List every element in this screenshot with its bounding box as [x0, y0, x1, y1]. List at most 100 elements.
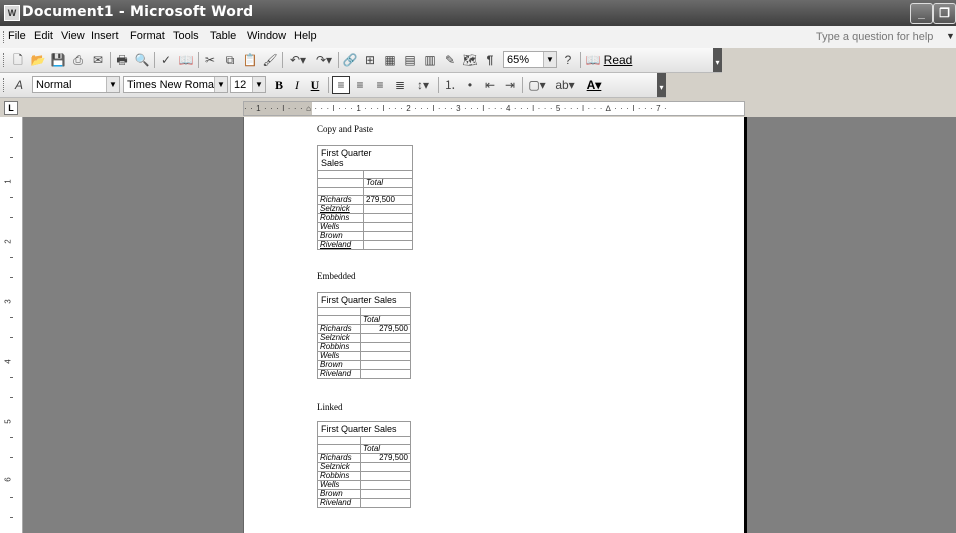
toolbar-separator: [438, 77, 439, 93]
chevron-down-icon[interactable]: ▼: [214, 77, 227, 92]
toolbar-separator: [522, 77, 523, 93]
toolbar-grip[interactable]: [3, 31, 6, 43]
bullets-icon[interactable]: •: [462, 77, 478, 93]
section-heading-embedded: Embedded: [317, 271, 356, 281]
menu-table[interactable]: Table: [210, 30, 236, 42]
insert-excel-icon[interactable]: ▤: [402, 52, 418, 68]
ruler-tick: [10, 517, 13, 518]
row-name: Riveland: [317, 498, 361, 508]
justify-icon[interactable]: ≣: [392, 77, 408, 93]
zoom-select[interactable]: 65% ▼: [503, 51, 557, 68]
tables-borders-icon[interactable]: ⊞: [362, 52, 378, 68]
hyperlink-icon[interactable]: 🔗: [342, 52, 358, 68]
chevron-down-icon[interactable]: ▼: [252, 77, 265, 92]
format-painter-icon[interactable]: 🖌: [262, 52, 278, 68]
row-value: [360, 360, 411, 370]
sales-table-linked[interactable]: First Quarter Sales Total Richards 279,50…: [317, 421, 411, 508]
toolbar-options-icon[interactable]: ▾: [713, 48, 722, 72]
font-select[interactable]: Times New Roman ▼: [123, 76, 228, 93]
title-bar: W Document1 - Microsoft Word _ ❐: [0, 0, 956, 26]
styles-pane-icon[interactable]: A: [10, 77, 28, 93]
chevron-down-icon[interactable]: ▼: [543, 52, 556, 67]
align-right-icon[interactable]: ≡: [372, 77, 388, 93]
row-value: 279,500: [363, 195, 413, 205]
toolbar-grip[interactable]: [3, 78, 6, 92]
undo-icon[interactable]: ↶▾: [286, 52, 310, 68]
columns-icon[interactable]: ▥: [422, 52, 438, 68]
show-formatting-icon[interactable]: ¶: [482, 52, 498, 68]
ruler-tick: [10, 197, 13, 198]
font-size-select[interactable]: 12 ▼: [230, 76, 266, 93]
document-map-icon[interactable]: 🗺: [462, 52, 478, 68]
print-icon[interactable]: 🖶: [114, 52, 130, 68]
underline-button[interactable]: U: [308, 77, 322, 93]
borders-icon[interactable]: ▢▾: [526, 77, 548, 93]
align-center-icon[interactable]: ≡: [352, 77, 368, 93]
spelling-icon[interactable]: ✓: [158, 52, 174, 68]
print-preview-icon[interactable]: 🔍: [134, 52, 150, 68]
insert-table-icon[interactable]: ▦: [382, 52, 398, 68]
copy-icon[interactable]: ⧉: [222, 52, 238, 68]
sales-table-copy-paste[interactable]: First Quarter Sales Total Richards 279,50…: [317, 145, 413, 250]
tab-selector[interactable]: L: [4, 101, 18, 115]
menu-window[interactable]: Window: [247, 30, 286, 42]
decrease-indent-icon[interactable]: ⇤: [482, 77, 498, 93]
horizontal-ruler[interactable]: · · 1 · · · ǀ · · · ⌂ · · · ǀ · · · 1 · …: [243, 101, 745, 116]
restore-button[interactable]: ❐: [933, 3, 956, 24]
italic-button[interactable]: I: [290, 77, 304, 93]
sales-table-embedded[interactable]: First Quarter Sales Total Richards 279,50…: [317, 292, 411, 379]
menu-format[interactable]: Format: [130, 30, 165, 42]
word-doc-icon[interactable]: W: [4, 5, 20, 21]
help-icon[interactable]: ?: [560, 52, 576, 68]
redo-icon[interactable]: ↷▾: [312, 52, 336, 68]
toolbar-grip[interactable]: [3, 53, 6, 67]
row-name: Riveland: [317, 369, 361, 379]
cut-icon[interactable]: ✂: [202, 52, 218, 68]
font-size-value: 12: [234, 79, 247, 91]
menu-edit[interactable]: Edit: [34, 30, 53, 42]
new-document-icon[interactable]: 🗋: [10, 52, 26, 68]
save-icon[interactable]: 💾: [50, 52, 66, 68]
row-value: [360, 333, 411, 343]
section-heading-linked: Linked: [317, 402, 343, 412]
table-row: Riveland: [317, 498, 411, 508]
row-value: 279,500: [360, 453, 411, 463]
minimize-button[interactable]: _: [910, 3, 933, 24]
table-title: First Quarter Sales: [317, 421, 411, 437]
style-select[interactable]: Normal ▼: [32, 76, 120, 93]
line-spacing-icon[interactable]: ↕▾: [412, 77, 434, 93]
section-heading-copy-paste: Copy and Paste: [317, 124, 373, 134]
numbering-icon[interactable]: ⒈: [442, 77, 458, 93]
ruler-number: 5: [3, 419, 13, 424]
highlight-icon[interactable]: ab▾: [552, 77, 578, 93]
row-value: [363, 204, 413, 214]
menu-file[interactable]: File: [8, 30, 26, 42]
row-name: Riveland: [317, 240, 364, 250]
help-dropdown-icon[interactable]: ▼: [946, 31, 955, 41]
permission-icon[interactable]: ⎙: [70, 52, 86, 68]
read-button[interactable]: Read: [603, 52, 633, 68]
menu-view[interactable]: View: [61, 30, 85, 42]
research-icon[interactable]: 📖: [178, 52, 194, 68]
email-icon[interactable]: ✉: [90, 52, 106, 68]
open-folder-icon[interactable]: 📂: [30, 52, 46, 68]
vertical-ruler[interactable]: 1 2 3 4 5 6: [0, 117, 23, 533]
chevron-down-icon[interactable]: ▼: [106, 77, 119, 92]
toolbar-separator: [580, 52, 581, 68]
help-search-input[interactable]: Type a question for help: [816, 31, 933, 43]
bold-button[interactable]: B: [272, 77, 286, 93]
menu-help[interactable]: Help: [294, 30, 317, 42]
menu-insert[interactable]: Insert: [91, 30, 119, 42]
document-page[interactable]: Copy and Paste First Quarter Sales Total…: [243, 117, 747, 533]
toolbar-options-icon[interactable]: ▾: [657, 73, 666, 97]
ruler-bar: L · · 1 · · · ǀ · · · ⌂ · · · ǀ · · · 1 …: [0, 98, 956, 118]
increase-indent-icon[interactable]: ⇥: [502, 77, 518, 93]
align-left-icon[interactable]: ≡: [332, 76, 350, 94]
menu-tools[interactable]: Tools: [173, 30, 199, 42]
paste-icon[interactable]: 📋: [242, 52, 258, 68]
row-value: 279,500: [360, 324, 411, 334]
read-icon[interactable]: 📖: [585, 52, 601, 68]
font-color-icon[interactable]: A▾: [582, 77, 606, 93]
drawing-icon[interactable]: ✎: [442, 52, 458, 68]
style-value: Normal: [36, 79, 72, 91]
